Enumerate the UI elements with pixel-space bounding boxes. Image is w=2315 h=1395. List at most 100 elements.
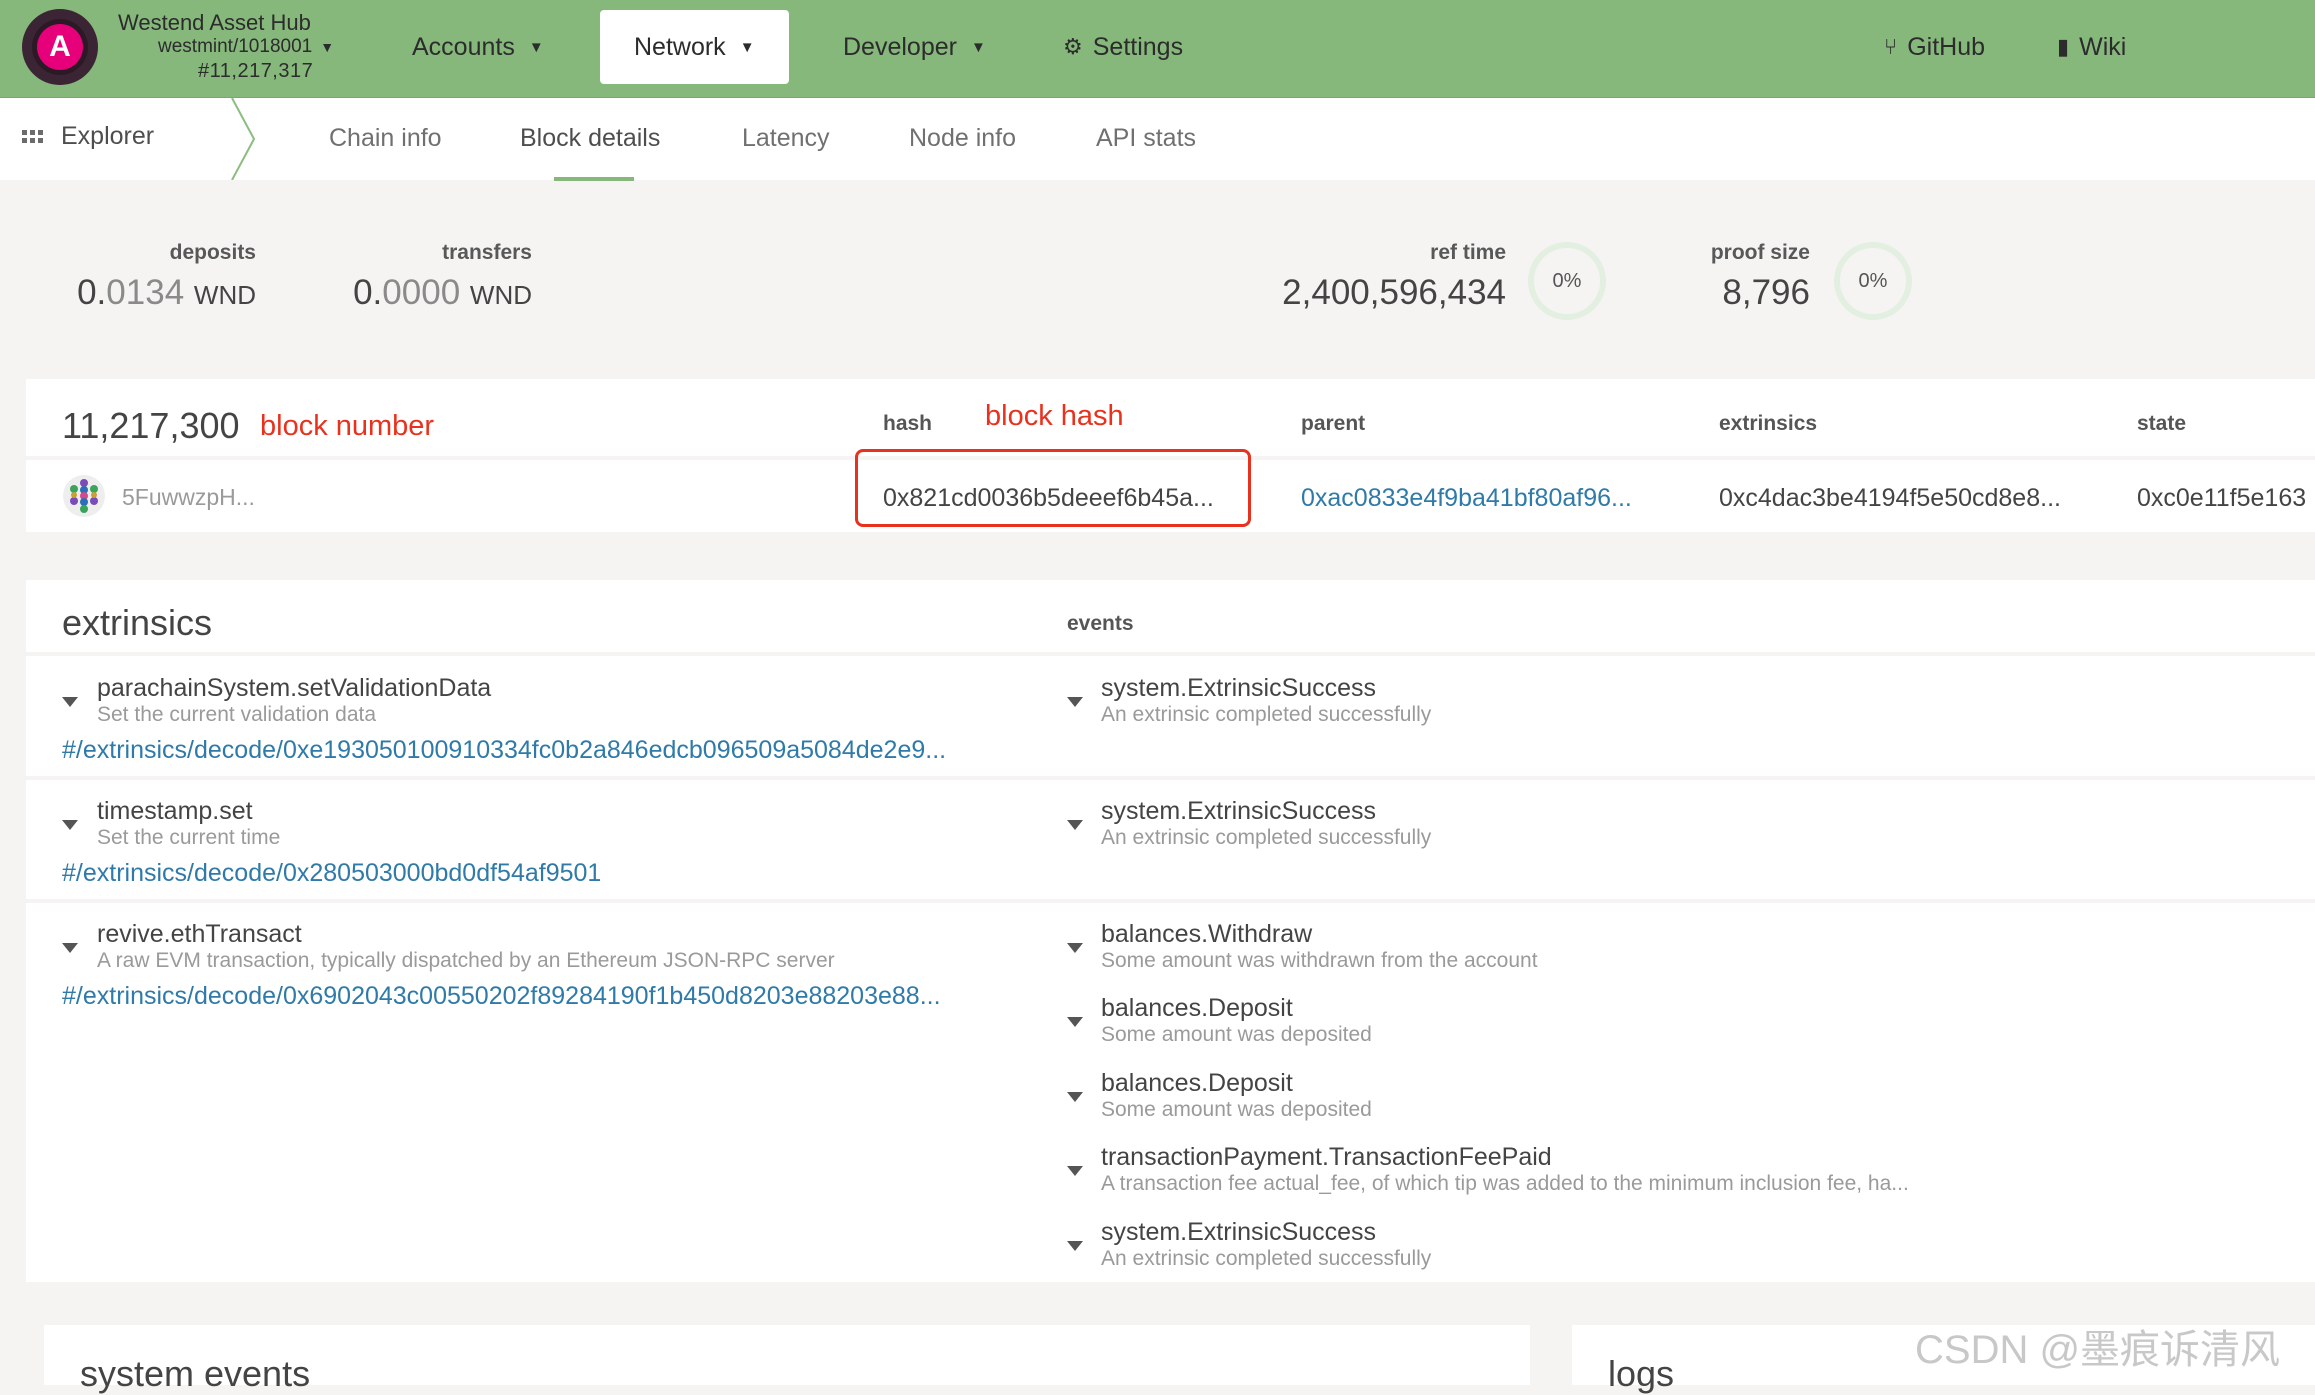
nav-github-label: GitHub (1907, 32, 1986, 61)
book-icon: ▮ (2057, 34, 2070, 59)
extrinsic-description: Set the current validation data (97, 703, 377, 726)
expand-toggle-icon[interactable] (62, 697, 78, 707)
annotation-highlight-box (855, 449, 1251, 527)
ref-time-label: ref time (1430, 241, 1506, 264)
nav-developer[interactable]: Developer ▼ (843, 10, 986, 84)
transfers-int: 0. (353, 273, 383, 312)
summary-deposits: deposits 0.0134 WND (64, 241, 256, 313)
annotation-block-number: block number (260, 410, 435, 442)
event-description: An extrinsic completed successfully (1101, 826, 1432, 849)
extrinsic-decode-link[interactable]: #/extrinsics/decode/0x6902043c00550202f8… (62, 982, 941, 1011)
row-divider (26, 652, 2315, 656)
expand-toggle-icon[interactable] (1067, 1166, 1083, 1176)
expand-toggle-icon[interactable] (1067, 1092, 1083, 1102)
header-extrinsics: extrinsics (1719, 412, 1818, 435)
block-author[interactable]: 5FuwwzpH... (122, 484, 255, 511)
breadcrumb-chevron-icon (231, 98, 256, 180)
header-state: state (2137, 412, 2187, 435)
nav-network[interactable]: Network ▼ (600, 10, 789, 84)
nav-accounts-label: Accounts (412, 32, 515, 61)
proof-size-value: 8,796 (1722, 273, 1810, 312)
expand-toggle-icon[interactable] (62, 820, 78, 830)
extrinsics-title: extrinsics (62, 602, 213, 643)
expand-toggle-icon[interactable] (1067, 697, 1083, 707)
logs-title: logs (1608, 1353, 1675, 1394)
event-description: A transaction fee actual_fee, of which t… (1101, 1172, 1909, 1195)
event-name: transactionPayment.TransactionFeePaid (1101, 1143, 1552, 1171)
extrinsic-name: revive.ethTransact (97, 920, 302, 948)
expand-toggle-icon[interactable] (1067, 1017, 1083, 1027)
chain-selector[interactable]: Westend Asset Hub westmint/1018001 ▼ #11,… (118, 10, 334, 82)
deposits-frac: 0134 (106, 273, 185, 312)
event-name: balances.Withdraw (1101, 920, 1313, 948)
nav-accounts[interactable]: Accounts ▼ (412, 10, 544, 84)
annotation-block-hash: block hash (985, 400, 1124, 432)
sub-navigation: Explorer Chain info Block details Latenc… (0, 98, 2315, 180)
transfers-frac: 0000 (382, 273, 461, 312)
proof-size-ring: 0% (1834, 242, 1912, 320)
chevron-down-icon: ▼ (528, 38, 544, 56)
explorer-menu[interactable]: Explorer (22, 122, 154, 151)
chevron-down-icon: ▼ (320, 39, 335, 55)
extrinsic-description: Set the current time (97, 826, 281, 849)
deposits-label: deposits (169, 241, 256, 264)
summary-ref-time: ref time 2,400,596,434 (1200, 241, 1506, 313)
best-block-number: #11,217,317 (198, 60, 314, 82)
extrinsic-decode-link[interactable]: #/extrinsics/decode/0x280503000bd0df54af… (62, 859, 601, 888)
events-header: events (1067, 612, 1134, 635)
extrinsic-decode-link[interactable]: #/extrinsics/decode/0xe193050100910334fc… (62, 736, 946, 765)
tab-chain-info[interactable]: Chain info (329, 124, 442, 153)
tab-api-stats[interactable]: API stats (1096, 124, 1196, 153)
event-description: Some amount was deposited (1101, 1098, 1372, 1121)
extrinsic-name: parachainSystem.setValidationData (97, 674, 492, 702)
chain-spec: westmint/1018001 ▼ (158, 36, 334, 58)
nav-developer-label: Developer (843, 32, 957, 61)
tab-latency[interactable]: Latency (742, 124, 830, 153)
chain-logo[interactable]: A (22, 9, 98, 85)
nav-settings-label: Settings (1092, 32, 1184, 61)
identicon-icon[interactable] (62, 474, 106, 518)
summary-proof-size: proof size 8,796 (1600, 241, 1810, 313)
nav-github[interactable]: ⑂ GitHub (1884, 10, 1985, 84)
row-divider (26, 776, 2315, 780)
nav-settings[interactable]: ⚙ Settings (1063, 10, 1183, 84)
extrinsic-name: timestamp.set (97, 797, 253, 825)
header-hash: hash (883, 412, 933, 435)
event-description: An extrinsic completed successfully (1101, 703, 1432, 726)
ref-time-ring: 0% (1528, 242, 1606, 320)
extrinsic-description: A raw EVM transaction, typically dispatc… (97, 949, 835, 972)
nav-wiki[interactable]: ▮ Wiki (2057, 10, 2126, 84)
proof-size-label: proof size (1710, 241, 1810, 264)
apps-grid-icon (22, 130, 43, 143)
summary-transfers: transfers 0.0000 WND (340, 241, 532, 313)
system-events-title: system events (80, 1353, 311, 1394)
parent-hash-link[interactable]: 0xac0833e4f9ba41bf80af96... (1301, 484, 1632, 513)
watermark: CSDN @墨痕诉清风 (1915, 1328, 2281, 1372)
deposits-unit: WND (193, 280, 256, 310)
event-description: An extrinsic completed successfully (1101, 1247, 1432, 1270)
block-number: 11,217,300 (62, 405, 240, 446)
transfers-label: transfers (442, 241, 532, 264)
chain-spec-label: westmint/1018001 (158, 36, 313, 57)
gears-icon: ⚙ (1063, 34, 1083, 59)
event-description: Some amount was deposited (1101, 1023, 1372, 1046)
ref-time-value: 2,400,596,434 (1282, 273, 1506, 312)
transfers-value: 0.0000 WND (340, 273, 532, 313)
deposits-value: 0.0134 WND (64, 273, 256, 313)
nav-network-label: Network (634, 32, 726, 61)
active-tab-indicator (554, 177, 634, 181)
expand-toggle-icon[interactable] (62, 943, 78, 953)
top-bar: A Westend Asset Hub westmint/1018001 ▼ #1… (0, 0, 2315, 98)
row-divider (26, 899, 2315, 903)
tab-block-details[interactable]: Block details (520, 124, 660, 153)
explorer-label: Explorer (61, 122, 155, 150)
nav-wiki-label: Wiki (2079, 32, 2127, 61)
event-name: system.ExtrinsicSuccess (1101, 797, 1377, 825)
expand-toggle-icon[interactable] (1067, 943, 1083, 953)
state-root-value: 0xc0e11f5e163 (2137, 484, 2307, 512)
expand-toggle-icon[interactable] (1067, 1241, 1083, 1251)
chain-name: Westend Asset Hub (118, 10, 311, 35)
expand-toggle-icon[interactable] (1067, 820, 1083, 830)
tab-node-info[interactable]: Node info (909, 124, 1016, 153)
event-name: balances.Deposit (1101, 994, 1293, 1022)
